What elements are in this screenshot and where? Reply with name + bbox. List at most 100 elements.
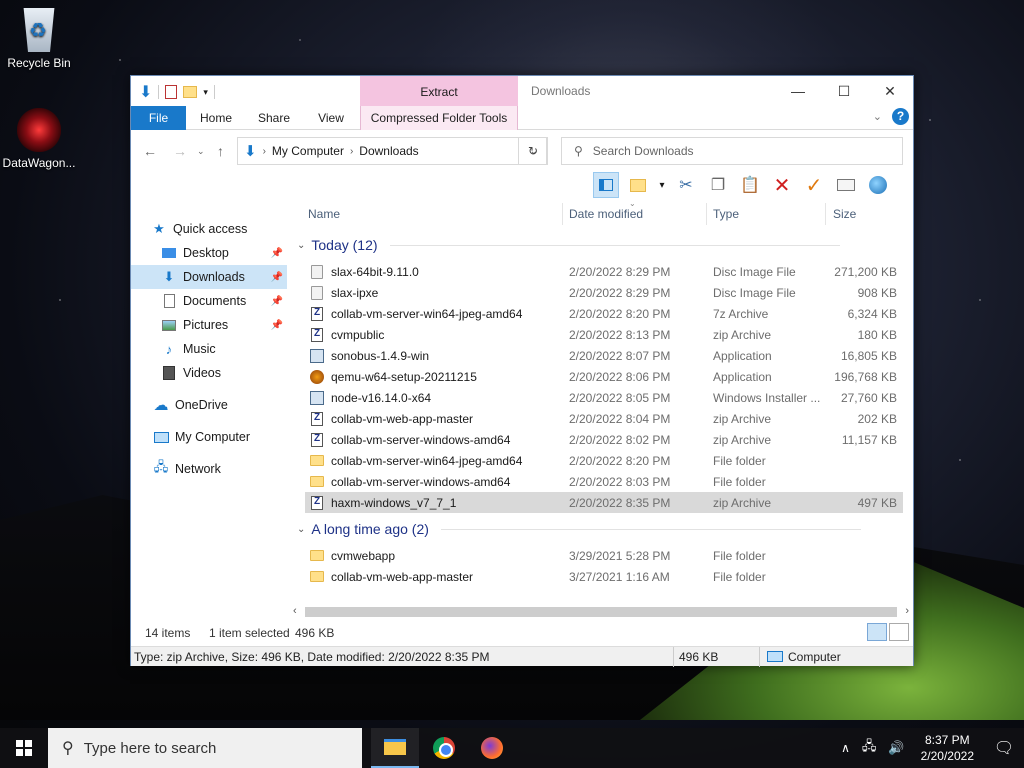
refresh-button[interactable]: ↻ [518, 137, 548, 165]
sidebar-item-desktop[interactable]: Desktop 📌 [131, 241, 287, 265]
details-view-button[interactable] [867, 623, 887, 641]
sidebar-item-documents[interactable]: Documents 📌 [131, 289, 287, 313]
cut-icon[interactable]: ✂ [673, 172, 699, 198]
chevron-up-icon[interactable]: ∧ [835, 741, 856, 755]
tab-home[interactable]: Home [191, 106, 241, 130]
address-bar[interactable]: ⬇ › My Computer › Downloads ⌄ [237, 137, 547, 165]
item-count: 14 items [145, 626, 191, 640]
sidebar-item-music[interactable]: ♪ Music [131, 337, 287, 361]
column-header-type[interactable]: Type [713, 201, 739, 227]
dropdown-icon[interactable]: ▾ [657, 172, 667, 198]
back-arrow-icon[interactable]: ← [143, 143, 157, 159]
rename-icon[interactable]: ✓ [801, 172, 827, 198]
file-name: node-v16.14.0-x64 [331, 390, 432, 405]
pin-icon[interactable]: 📌 [271, 320, 283, 331]
table-row[interactable]: sonobus-1.4.9-win 2/20/2022 8:07 PM Appl… [305, 345, 903, 366]
videos-icon [161, 365, 177, 381]
pin-icon[interactable]: 📌 [271, 272, 283, 283]
desktop-icon-recycle-bin[interactable]: Recycle Bin [1, 8, 77, 70]
table-row[interactable]: qemu-w64-setup-20211215 2/20/2022 8:06 P… [305, 366, 903, 387]
desktop-icon-datawagon[interactable]: DataWagon... [1, 108, 77, 170]
pin-icon[interactable]: 📌 [271, 248, 283, 259]
taskbar-chrome[interactable] [420, 728, 468, 768]
table-row[interactable]: slax-ipxe 2/20/2022 8:29 PM Disc Image F… [305, 282, 903, 303]
properties-icon[interactable] [833, 172, 859, 198]
paste-icon[interactable]: 📋 [737, 172, 763, 198]
sidebar-item-onedrive[interactable]: ☁ OneDrive [131, 393, 287, 417]
scroll-left-icon[interactable]: ‹ [293, 605, 297, 617]
preview-pane-button[interactable] [593, 172, 619, 198]
file-date: 2/20/2022 8:06 PM [569, 369, 671, 384]
taskbar-file-explorer[interactable] [371, 728, 419, 768]
qat-dropdown-icon[interactable]: ▾ [203, 87, 208, 98]
horizontal-scrollbar[interactable]: ‹ › [291, 604, 911, 620]
volume-icon[interactable]: 🔊 [882, 740, 910, 756]
sidebar-item-videos[interactable]: Videos [131, 361, 287, 385]
window-title: Downloads [531, 84, 591, 98]
help-icon[interactable]: ? [892, 108, 909, 125]
tab-file[interactable]: File [131, 106, 186, 130]
sidebar-item-my-computer[interactable]: My Computer [131, 425, 287, 449]
sidebar-item-pictures[interactable]: Pictures 📌 [131, 313, 287, 337]
recent-locations-icon[interactable]: ⌄ [197, 146, 205, 157]
taskbar-search-box[interactable]: ⚲ Type here to search [48, 728, 362, 768]
breadcrumb-segment[interactable]: Downloads [359, 144, 418, 158]
table-row-selected[interactable]: haxm-windows_v7_7_1 2/20/2022 8:35 PM zi… [305, 492, 903, 513]
file-list: Name Date modified ⌄ Type Size ⌄ Today (… [291, 199, 911, 606]
collapse-chevron-icon[interactable]: ⌄ [297, 524, 305, 535]
large-icons-view-button[interactable] [889, 623, 909, 641]
sidebar-item-downloads[interactable]: ⬇ Downloads 📌 [131, 265, 287, 289]
globe-icon[interactable] [865, 172, 891, 198]
scroll-right-icon[interactable]: › [905, 605, 909, 617]
document-icon [161, 293, 177, 309]
title-bar[interactable]: ⬇ ▾ Extract Downloads — ☐ ✕ [131, 76, 913, 106]
sidebar-item-network[interactable]: 🖧 Network [131, 457, 287, 481]
notifications-icon[interactable]: 🗨 [984, 728, 1024, 768]
table-row[interactable]: collab-vm-web-app-master 2/20/2022 8:04 … [305, 408, 903, 429]
copy-icon[interactable]: ❐ [705, 172, 731, 198]
expand-ribbon-icon[interactable]: ⌄ [873, 110, 882, 123]
sidebar-item-quick-access[interactable]: ★ Quick access [151, 217, 307, 241]
table-row[interactable]: cvmwebapp 3/29/2021 5:28 PM File folder [305, 545, 903, 566]
table-row[interactable]: collab-vm-server-win64-jpeg-amd64 2/20/2… [305, 450, 903, 471]
close-button[interactable]: ✕ [867, 76, 913, 106]
tab-share[interactable]: Share [249, 106, 299, 130]
taskbar-firefox[interactable] [468, 728, 516, 768]
table-row[interactable]: slax-64bit-9.11.0 2/20/2022 8:29 PM Disc… [305, 261, 903, 282]
file-name: collab-vm-web-app-master [331, 411, 474, 426]
column-header-name[interactable]: Name [308, 201, 340, 227]
table-row[interactable]: node-v16.14.0-x64 2/20/2022 8:05 PM Wind… [305, 387, 903, 408]
selection-count: 1 item selected [209, 626, 290, 640]
file-date: 2/20/2022 8:07 PM [569, 348, 671, 363]
clock[interactable]: 8:37 PM 2/20/2022 [911, 732, 984, 764]
search-input[interactable]: ⚲ Search Downloads [561, 137, 903, 165]
group-header[interactable]: ⌄ A long time ago (2) [297, 521, 861, 537]
chevron-right-icon[interactable]: › [350, 146, 353, 157]
network-icon[interactable]: 🖧 [856, 737, 883, 759]
tab-compressed-folder-tools[interactable]: Compressed Folder Tools [360, 106, 518, 130]
start-button[interactable] [0, 728, 48, 768]
scrollbar-thumb[interactable] [305, 607, 897, 617]
new-folder-icon[interactable] [183, 86, 198, 98]
table-row[interactable]: collab-vm-server-win64-jpeg-amd64 2/20/2… [305, 303, 903, 324]
group-header[interactable]: ⌄ Today (12) [297, 237, 840, 253]
forward-arrow-icon[interactable]: → [173, 143, 187, 159]
file-type: zip Archive [713, 432, 772, 447]
file-size: 497 KB [857, 495, 897, 510]
column-header-size[interactable]: Size [833, 201, 856, 227]
table-row[interactable]: collab-vm-server-windows-amd64 2/20/2022… [305, 471, 903, 492]
chevron-right-icon[interactable]: › [263, 146, 266, 157]
minimize-button[interactable]: — [775, 76, 821, 106]
collapse-chevron-icon[interactable]: ⌄ [297, 240, 305, 251]
properties-icon[interactable] [165, 85, 178, 99]
maximize-button[interactable]: ☐ [821, 76, 867, 106]
delete-icon[interactable]: ✕ [769, 172, 795, 198]
table-row[interactable]: collab-vm-server-windows-amd64 2/20/2022… [305, 429, 903, 450]
new-folder-button[interactable] [625, 172, 651, 198]
breadcrumb-segment[interactable]: My Computer [272, 144, 344, 158]
up-arrow-icon[interactable]: ↑ [217, 143, 224, 159]
table-row[interactable]: collab-vm-web-app-master 3/27/2021 1:16 … [305, 566, 903, 587]
pin-icon[interactable]: 📌 [271, 296, 283, 307]
table-row[interactable]: cvmpublic 2/20/2022 8:13 PM zip Archive … [305, 324, 903, 345]
tab-view[interactable]: View [306, 106, 356, 130]
